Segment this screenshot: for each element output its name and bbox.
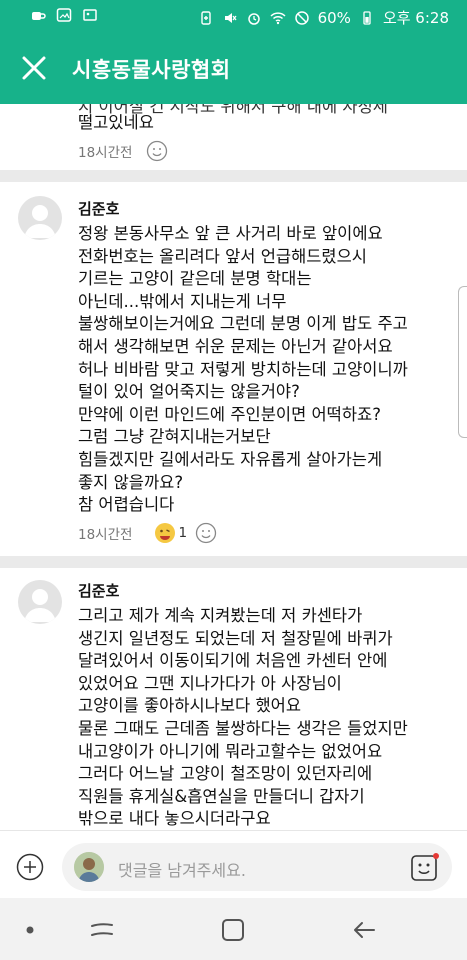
comment-line: 해서 생각해보면 쉬운 문제는 아닌거 같아서요	[78, 336, 393, 356]
avatar[interactable]	[18, 580, 62, 624]
comment-line: 고양이를 좋아하시나보다 했어요	[78, 696, 302, 716]
default-avatar-icon	[24, 205, 56, 238]
scrollbar-thumb[interactable]	[458, 286, 467, 438]
user-avatar	[74, 852, 104, 882]
alarm-icon	[247, 12, 260, 25]
comment-line: 전화번호는 올리려다 앞서 언급해드렸으시	[78, 246, 367, 266]
comment-meta: 18시간전	[78, 140, 168, 162]
comment-line: 참 어렵습니다	[78, 495, 175, 515]
reaction-count: 1	[178, 525, 188, 541]
comment-author[interactable]: 김준호	[78, 580, 119, 601]
avatar[interactable]	[18, 196, 62, 240]
battery-saver-icon	[200, 10, 211, 25]
comment-line: 정왕 본동사무소 앞 큰 사거리 바로 앞이에요	[78, 224, 383, 243]
comment-line: 물론 그때도 근데좀 불쌍하다는 생각은 들었지만	[78, 718, 408, 738]
reaction-emoji-icon[interactable]	[154, 522, 176, 544]
comment-time: 18시간전	[78, 527, 133, 543]
close-icon[interactable]	[14, 48, 54, 88]
emoji-icon[interactable]	[410, 852, 440, 882]
comment-line: 아닌데...밖에서 지내는게 너무	[78, 291, 287, 311]
comment-line: 밖으로 내다 놓으시더라구요	[78, 809, 271, 829]
comment-line: 좋지 않을까요?	[78, 472, 184, 492]
comment-line: 있었어요 그땐 지나가다가 아 사장님이	[78, 673, 342, 693]
comment-input-placeholder: 댓글을 남겨주세요.	[118, 861, 246, 880]
page-title: 시흥동물사랑협회	[72, 58, 231, 82]
dot-icon[interactable]	[16, 916, 44, 944]
comment-body: 정왕 본동사무소 앞 큰 사거리 바로 앞이에요 전화번호는 올리려다 앞서 언…	[78, 223, 463, 517]
home-icon[interactable]	[219, 916, 247, 944]
status-right: 60% 오후 6:28	[198, 7, 449, 28]
status-bar: 60% 오후 6:28	[0, 0, 467, 34]
comment-line: 직원들 휴게실&흡연실을 만들더니 갑자기	[78, 786, 365, 806]
comment-line: 허나 비바람 맞고 저렇게 방치하는데 고양이니까	[78, 359, 408, 379]
comment-body: 그리고 제가 계속 지켜봤는데 저 카센타가 생긴지 일년정도 되었는데 저 철…	[78, 605, 463, 830]
comment-author[interactable]: 김준호	[78, 198, 119, 219]
comment-input[interactable]: 댓글을 남겨주세요.	[62, 843, 452, 891]
comment-time: 18시간전	[78, 145, 133, 161]
comment-line: 달려있어서 이동이되기에 처음엔 카센터 안에	[78, 651, 388, 671]
image-icon	[83, 9, 97, 21]
recents-icon[interactable]	[88, 916, 116, 944]
comment-line: 그러다 어느날 고양이 철조망이 있던자리에	[78, 764, 373, 784]
comment-line: 털이 있어 얼어죽지는 않을거야?	[78, 382, 300, 402]
default-avatar-icon	[24, 589, 56, 622]
status-left	[30, 7, 98, 23]
add-attachment-icon[interactable]	[16, 853, 44, 881]
battery-icon	[363, 10, 371, 25]
block-icon	[294, 10, 309, 25]
reaction-add-icon[interactable]	[146, 140, 168, 162]
back-icon[interactable]	[350, 916, 378, 944]
battery-percent: 60%	[317, 8, 351, 27]
status-time: 오후 6:28	[382, 9, 449, 27]
system-nav-bar	[0, 898, 467, 960]
comment-line: 기르는 고양이 같은데 분명 학대는	[78, 269, 312, 289]
user-photo-icon	[74, 852, 104, 882]
comment-line: 그리고 제가 계속 지켜봤는데 저 카센타가	[78, 606, 363, 625]
app-bar: 시흥동물사랑협회	[0, 34, 467, 104]
comment-list[interactable]: 지 이어질 건 시작도 위해서 구해 내에 자정세 떨고있네요 18시간전 김준…	[0, 104, 467, 830]
comment-meta: 18시간전 1	[78, 522, 217, 544]
comment-line: 불쌍해보이는거에요 그런데 분명 이게 밥도 주고	[78, 314, 408, 334]
comment-line: 내고양이가 아니기에 뭐라고할수는 없었어요	[78, 741, 383, 761]
comment-line: 만약에 이런 마인드에 주인분이면 어떡하죠?	[78, 404, 381, 424]
wifi-icon	[270, 11, 286, 24]
comment-divider	[0, 556, 467, 568]
comment-divider	[0, 170, 467, 182]
mute-icon	[224, 12, 237, 23]
comment-line: 힘들겠지만 길에서라도 자유롭게 살아가는게	[78, 449, 383, 469]
comment-line: 생긴지 일년정도 되었는데 저 철장밑에 바퀴가	[78, 628, 393, 648]
comment-text: 떨고있네요	[78, 113, 154, 132]
cup-icon	[32, 12, 46, 20]
gallery-icon	[56, 8, 72, 22]
comment-line: 그럼 그냥 갇혀지내는거보단	[78, 427, 271, 447]
reaction-add-icon[interactable]	[195, 522, 217, 544]
comment-input-bar: 댓글을 남겨주세요.	[0, 830, 467, 899]
